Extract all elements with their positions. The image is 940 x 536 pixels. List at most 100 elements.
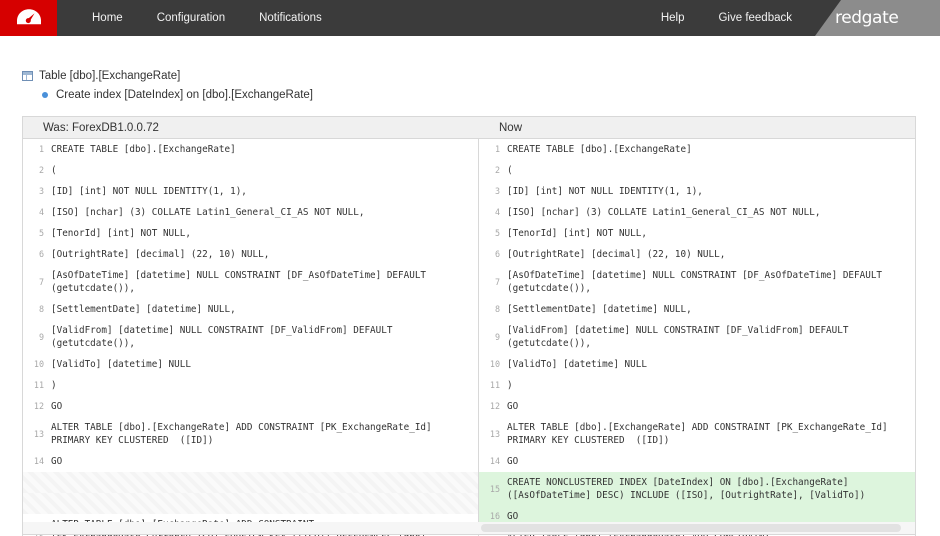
- code-line: 9 [ValidFrom] [datetime] NULL CONSTRAINT …: [479, 320, 915, 354]
- line-number: 2: [494, 165, 500, 175]
- code-text: [ValidTo] [datetime] NULL: [507, 359, 647, 370]
- line-number: 9: [38, 331, 44, 342]
- secondary-nav: Help Give feedback: [644, 0, 815, 36]
- object-title-row: Table [dbo].[ExchangeRate]: [22, 68, 940, 84]
- nav-item-notifications[interactable]: Notifications: [242, 0, 339, 36]
- line-number: 4: [494, 207, 500, 217]
- code-line: 13 ALTER TABLE [dbo].[ExchangeRate] ADD C…: [479, 417, 915, 451]
- code-text: GO: [507, 456, 519, 467]
- code-text: CREATE TABLE [dbo].[ExchangeRate]: [51, 144, 236, 155]
- line-number: 12: [33, 401, 44, 411]
- line-number: 6: [38, 249, 44, 259]
- code-text: CREATE TABLE [dbo].[ExchangeRate]: [507, 144, 692, 155]
- code-text: ): [507, 380, 513, 391]
- top-navigation-bar: Home Configuration Notifications Help Gi…: [0, 0, 940, 36]
- brand-wordmark: redgate: [835, 8, 899, 28]
- line-number: 7: [38, 276, 44, 287]
- table-icon: [22, 71, 33, 81]
- code-line: 11): [479, 375, 915, 396]
- code-text: CREATE NONCLUSTERED INDEX [DateIndex] ON…: [507, 477, 866, 501]
- code-line: 2(: [23, 160, 478, 181]
- diff-pane-was[interactable]: 1 CREATE TABLE [dbo].[ExchangeRate] 2( 3 [ID…: [23, 139, 479, 536]
- code-text: [ValidTo] [datetime] NULL: [51, 359, 191, 370]
- line-number: 9: [494, 331, 500, 342]
- line-number: 8: [494, 304, 500, 314]
- line-number: 3: [494, 186, 500, 196]
- code-text: [AsOfDateTime] [datetime] NULL CONSTRAIN…: [51, 270, 432, 294]
- nav-item-home[interactable]: Home: [75, 0, 140, 36]
- schema-diff-viewer: Was: ForexDB1.0.0.72 Now 1 CREATE TABLE […: [22, 116, 916, 536]
- code-line: 1 CREATE TABLE [dbo].[ExchangeRate]: [479, 139, 915, 160]
- code-text: [OutrightRate] [decimal] (22, 10) NULL,: [507, 249, 726, 260]
- code-line-filler: [23, 472, 478, 493]
- object-title: Table [dbo].[ExchangeRate]: [39, 70, 181, 82]
- code-line: 8 [SettlementDate] [datetime] NULL,: [479, 299, 915, 320]
- code-text: ALTER TABLE [dbo].[ExchangeRate] ADD CON…: [507, 422, 894, 446]
- line-number: 1: [38, 144, 44, 154]
- line-number: 12: [489, 401, 500, 411]
- code-line: 12 GO: [23, 396, 478, 417]
- line-number: 1: [494, 144, 500, 154]
- code-text: [ID] [int] NOT NULL IDENTITY(1, 1),: [51, 186, 247, 197]
- app-logo[interactable]: [0, 0, 57, 36]
- code-line: 5 [TenorId] [int] NOT NULL,: [23, 223, 478, 244]
- line-number: 13: [489, 428, 500, 439]
- code-line: 7 [AsOfDateTime] [datetime] NULL CONSTRAI…: [23, 265, 478, 299]
- code-text: [SettlementDate] [datetime] NULL,: [51, 304, 236, 315]
- code-text: [ValidFrom] [datetime] NULL CONSTRAINT […: [507, 325, 855, 349]
- code-line: 9 [ValidFrom] [datetime] NULL CONSTRAINT …: [23, 320, 478, 354]
- horizontal-scrollbar-thumb[interactable]: [481, 524, 901, 532]
- code-line: 15 CREATE NONCLUSTERED INDEX [DateIndex] …: [479, 472, 915, 506]
- diff-header-now: Now: [499, 121, 523, 134]
- line-number: 11: [33, 380, 44, 390]
- code-text: ): [51, 380, 57, 391]
- line-number: 7: [494, 276, 500, 287]
- code-text: [OutrightRate] [decimal] (22, 10) NULL,: [51, 249, 270, 260]
- code-line: 7 [AsOfDateTime] [datetime] NULL CONSTRAI…: [479, 265, 915, 299]
- code-line: 4 [ISO] [nchar] (3) COLLATE Latin1_Genera…: [23, 202, 478, 223]
- redgate-speedometer-logo-icon: [16, 9, 41, 25]
- code-text: (: [51, 165, 57, 176]
- line-number: 10: [33, 359, 44, 369]
- line-number: 5: [494, 228, 500, 238]
- code-line-filler: [23, 493, 478, 514]
- code-line: 5 [TenorId] [int] NOT NULL,: [479, 223, 915, 244]
- code-text: [TenorId] [int] NOT NULL,: [507, 228, 647, 239]
- code-line: 6 [OutrightRate] [decimal] (22, 10) NULL,: [479, 244, 915, 265]
- code-line: 14 GO: [479, 451, 915, 472]
- code-text: [SettlementDate] [datetime] NULL,: [507, 304, 692, 315]
- code-line: 1 CREATE TABLE [dbo].[ExchangeRate]: [23, 139, 478, 160]
- diff-header-row: Was: ForexDB1.0.0.72 Now: [23, 117, 915, 139]
- code-line: 3 [ID] [int] NOT NULL IDENTITY(1, 1),: [23, 181, 478, 202]
- diff-pane-now[interactable]: 1 CREATE TABLE [dbo].[ExchangeRate] 2(3 [ID…: [479, 139, 915, 536]
- code-text: [ISO] [nchar] (3) COLLATE Latin1_General…: [507, 207, 821, 218]
- code-text: [ValidFrom] [datetime] NULL CONSTRAINT […: [51, 325, 399, 349]
- line-number: 14: [33, 456, 44, 466]
- line-number: 14: [489, 456, 500, 466]
- bullet-icon: [42, 92, 48, 98]
- code-line: 4 [ISO] [nchar] (3) COLLATE Latin1_Genera…: [479, 202, 915, 223]
- code-line: 12 GO: [479, 396, 915, 417]
- brand-wedge: redgate: [815, 0, 940, 36]
- line-number: 3: [38, 186, 44, 196]
- nav-item-help[interactable]: Help: [644, 0, 702, 36]
- code-line: 6 [OutrightRate] [decimal] (22, 10) NULL,: [23, 244, 478, 265]
- code-text: ALTER TABLE [dbo].[ExchangeRate] ADD CON…: [51, 422, 438, 446]
- primary-nav: Home Configuration Notifications: [57, 0, 339, 36]
- nav-item-give-feedback[interactable]: Give feedback: [701, 0, 809, 36]
- code-line: 11): [23, 375, 478, 396]
- code-line: 2(: [479, 160, 915, 181]
- diff-body: 1 CREATE TABLE [dbo].[ExchangeRate] 2(3 [ID…: [23, 139, 915, 536]
- nav-item-configuration[interactable]: Configuration: [140, 0, 242, 36]
- horizontal-scrollbar[interactable]: [22, 522, 916, 535]
- code-text: (: [507, 165, 513, 176]
- line-number: 4: [38, 207, 44, 217]
- code-line: 10 [ValidTo] [datetime] NULL: [23, 354, 478, 375]
- line-number: 5: [38, 228, 44, 238]
- change-summary-row: Create index [DateIndex] on [dbo].[Excha…: [22, 87, 940, 103]
- code-text: [ISO] [nchar] (3) COLLATE Latin1_General…: [51, 207, 365, 218]
- code-text: [ID] [int] NOT NULL IDENTITY(1, 1),: [507, 186, 703, 197]
- line-number: 10: [489, 359, 500, 369]
- line-number: 15: [489, 483, 500, 494]
